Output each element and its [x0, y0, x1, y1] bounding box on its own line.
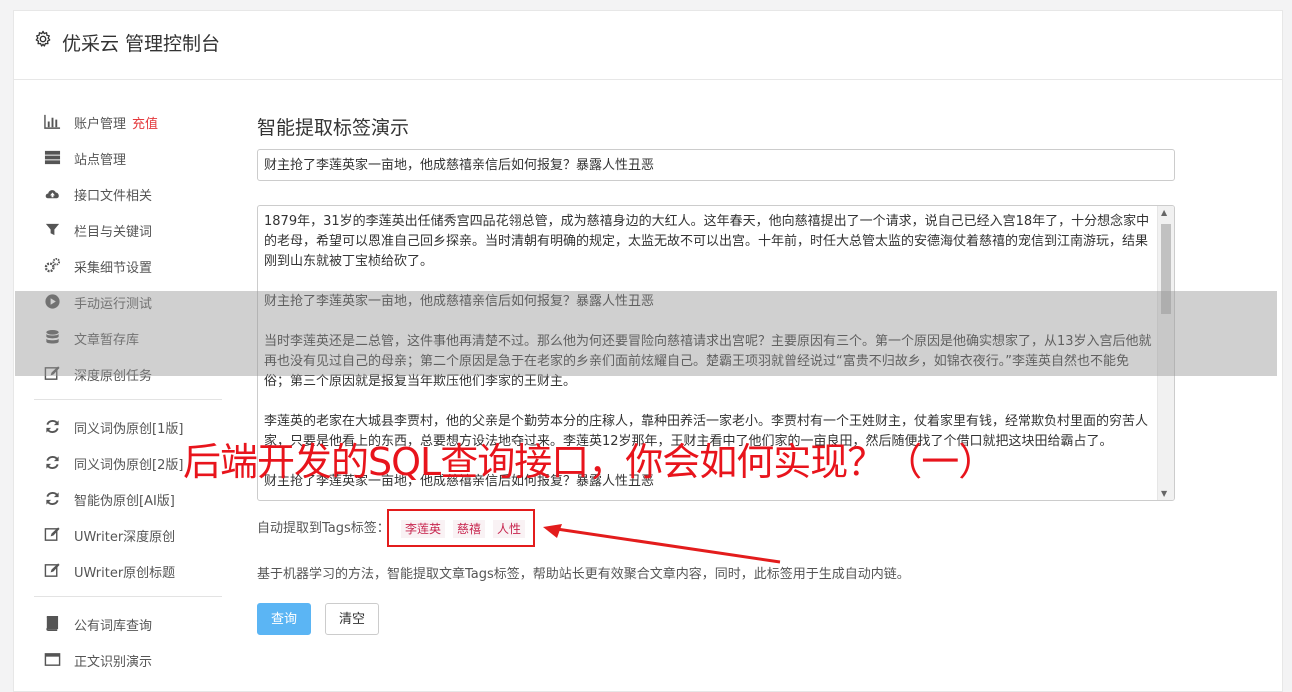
sidebar-item-label: 正文识别演示	[74, 655, 153, 670]
page-title: 优采云 管理控制台	[62, 33, 221, 55]
sidebar-item-label: 站点管理	[74, 153, 127, 168]
tags-label: 自动提取到Tags标签：	[257, 521, 390, 536]
tag-item: 慈禧	[453, 520, 486, 538]
server-icon	[44, 150, 61, 165]
sidebar-item-columns-keywords[interactable]: 栏目与关键词	[34, 213, 224, 249]
sidebar-item-label: UWriter深度原创	[74, 530, 176, 545]
section-heading: 智能提取标签演示	[257, 117, 410, 139]
filter-icon	[45, 223, 60, 236]
overlay-band	[15, 291, 1277, 376]
sidebar-item-public-lexicon[interactable]: 公有词库查询	[34, 607, 224, 643]
sidebar-divider	[34, 596, 222, 597]
scroll-up-icon[interactable]: ▲	[1161, 208, 1167, 217]
tag-item: 人性	[493, 520, 526, 538]
header: 优采云 管理控制台	[14, 11, 1282, 80]
book-icon	[46, 616, 59, 631]
cloud-upload-icon	[45, 190, 59, 199]
sidebar-item-text-recognition[interactable]: 正文识别演示	[34, 643, 224, 679]
article-title-input[interactable]: 财主抢了李莲英家一亩地，他成慈禧亲信后如何报复？暴露人性丑恶	[257, 149, 1175, 181]
sidebar-item-uwriter-title[interactable]: UWriter原创标题	[34, 554, 224, 590]
sidebar-item-sites[interactable]: 站点管理	[34, 141, 224, 177]
sidebar-item-label: 栏目与关键词	[74, 225, 153, 240]
sidebar-item-label: 采集细节设置	[74, 261, 153, 276]
recharge-link[interactable]: 充值	[132, 117, 158, 132]
window-icon	[44, 653, 61, 666]
sidebar-item-ai-rewrite[interactable]: 智能伪原创[AI版]	[34, 482, 224, 518]
tag-item: 李莲英	[401, 520, 446, 538]
overlay-caption: 后端开发的SQL查询接口，你会如何实现？（一）	[183, 440, 996, 484]
bar-chart-icon	[44, 114, 61, 129]
sidebar-item-uwriter-deep[interactable]: UWriter深度原创	[34, 518, 224, 554]
sidebar-item-account[interactable]: 账户管理 充值	[34, 105, 224, 141]
sidebar-item-label: 公有词库查询	[74, 619, 153, 634]
gear-icon	[35, 30, 51, 47]
edit-icon	[44, 563, 60, 577]
arrow-icon	[543, 524, 781, 564]
sidebar-item-collect-settings[interactable]: 采集细节设置	[34, 249, 224, 285]
sidebar-divider	[34, 399, 222, 400]
content-paragraph: 1879年，31岁的李莲英出任储秀宫四品花翎总管，成为慈禧身边的大红人。这年春天…	[264, 214, 1150, 269]
sidebar-item-label: 接口文件相关	[74, 189, 153, 204]
clear-button[interactable]: 清空	[325, 603, 379, 635]
tags-highlight-box: 李莲英 慈禧 人性	[387, 509, 535, 547]
sidebar-item-label: 账户管理	[74, 117, 127, 132]
sidebar-item-interface-files[interactable]: 接口文件相关	[34, 177, 224, 213]
tags-row: 自动提取到Tags标签： 李莲英 慈禧 人性	[257, 509, 535, 547]
refresh-icon	[46, 492, 59, 505]
sidebar-item-label: 同义词伪原创[2版]	[74, 458, 184, 473]
edit-icon	[44, 527, 60, 541]
sidebar-item-label: 同义词伪原创[1版]	[74, 422, 184, 437]
refresh-icon	[46, 456, 59, 469]
sidebar-item-label: UWriter原创标题	[74, 566, 176, 581]
query-button[interactable]: 查询	[257, 603, 311, 635]
scroll-down-icon[interactable]: ▼	[1161, 489, 1167, 498]
cogs-icon	[44, 257, 61, 273]
sidebar: 账户管理 充值 站点管理 接口文件相关 栏目与关键词 采集细节设置 手动运行测试 …	[34, 105, 224, 679]
refresh-icon	[46, 420, 59, 433]
sidebar-item-label: 智能伪原创[AI版]	[74, 494, 175, 509]
